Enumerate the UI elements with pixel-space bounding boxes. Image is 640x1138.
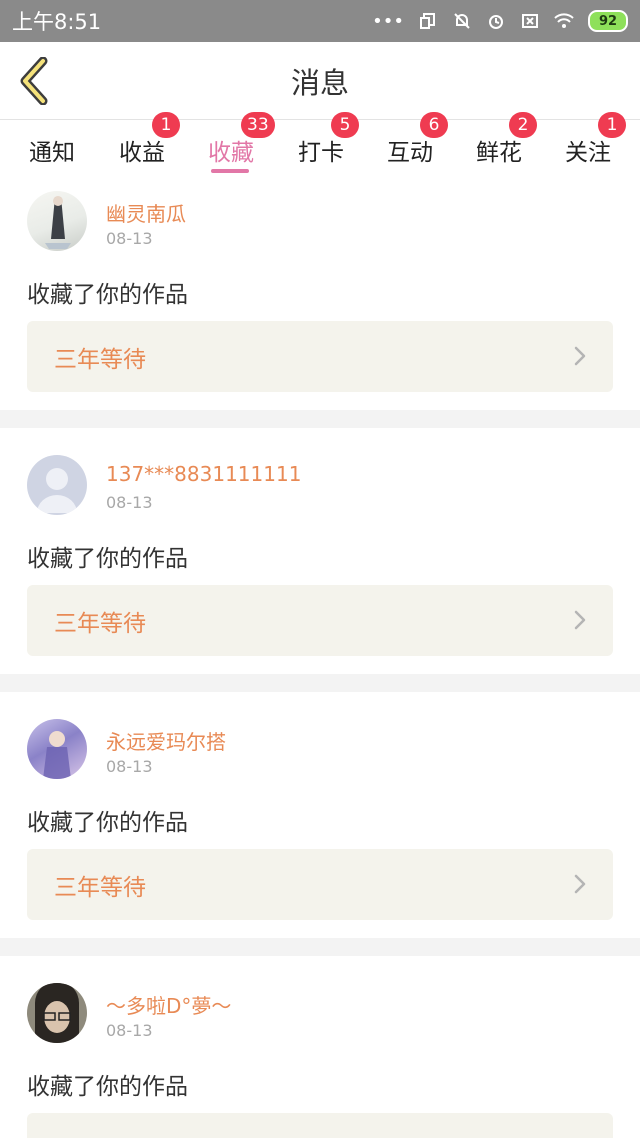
alarm-icon [486, 12, 506, 30]
tab-badge: 33 [241, 112, 275, 138]
avatar[interactable] [27, 983, 87, 1043]
work-link[interactable] [27, 1113, 613, 1138]
message-tabs: 通知 收益 1 收藏 33 打卡 5 互动 6 鲜花 2 关注 1 [0, 112, 640, 176]
tab-badge: 6 [420, 112, 448, 138]
message-card: 137***8831111111 08-13 收藏了你的作品 三年等待 [0, 428, 640, 674]
tab-label: 收藏 [208, 140, 254, 166]
message-card: 永远爱玛尔搭 08-13 收藏了你的作品 三年等待 [0, 692, 640, 938]
work-title: 三年等待 [54, 346, 146, 373]
message-date: 08-13 [106, 1021, 153, 1040]
tab-flowers[interactable]: 鲜花 2 [459, 112, 539, 176]
copy-icon [418, 12, 438, 30]
tab-interaction[interactable]: 互动 6 [370, 112, 450, 176]
tab-label: 鲜花 [476, 140, 522, 166]
tab-label: 通知 [29, 140, 75, 166]
tab-label: 收益 [119, 140, 165, 166]
message-card: ～多啦D°夢～ 08-13 收藏了你的作品 [0, 956, 640, 1138]
work-link[interactable]: 三年等待 [27, 585, 613, 656]
work-title: 三年等待 [54, 874, 146, 901]
tab-badge: 2 [509, 112, 537, 138]
message-date: 08-13 [106, 757, 153, 776]
status-bar: 上午8:51 ••• 92 [0, 0, 640, 42]
avatar[interactable] [27, 455, 87, 515]
work-link[interactable]: 三年等待 [27, 321, 613, 392]
battery-icon: 92 [588, 10, 628, 32]
tab-checkin[interactable]: 打卡 5 [281, 112, 361, 176]
user-name[interactable]: 137***8831111111 [106, 462, 301, 486]
message-date: 08-13 [106, 229, 153, 248]
tab-label: 互动 [387, 140, 433, 166]
message-card: 幽灵南瓜 08-13 收藏了你的作品 三年等待 [0, 176, 640, 410]
message-date: 08-13 [106, 493, 153, 512]
avatar[interactable] [27, 191, 87, 251]
user-name[interactable]: 永远爱玛尔搭 [106, 726, 226, 755]
tab-label: 打卡 [298, 140, 344, 166]
more-dots-icon: ••• [372, 10, 404, 32]
message-text: 收藏了你的作品 [27, 546, 188, 572]
page-title: 消息 [290, 66, 349, 100]
chevron-right-icon [574, 610, 586, 630]
work-link[interactable]: 三年等待 [27, 849, 613, 920]
tab-badge: 1 [152, 112, 180, 138]
user-name[interactable]: ～多啦D°夢～ [106, 990, 231, 1019]
tab-follow[interactable]: 关注 1 [548, 112, 628, 176]
user-name[interactable]: 幽灵南瓜 [106, 198, 186, 227]
bell-off-icon [452, 12, 472, 30]
chevron-right-icon [574, 346, 586, 366]
status-icons: ••• 92 [372, 10, 628, 32]
avatar[interactable] [27, 719, 87, 779]
tab-badge: 5 [331, 112, 359, 138]
tab-badge: 1 [598, 112, 626, 138]
chevron-right-icon [574, 874, 586, 894]
tab-label: 关注 [565, 140, 611, 166]
close-box-icon [520, 12, 540, 30]
tab-earnings[interactable]: 收益 1 [102, 112, 182, 176]
top-nav-bar: 消息 [0, 42, 640, 120]
work-title: 三年等待 [54, 610, 146, 637]
message-text: 收藏了你的作品 [27, 282, 188, 308]
message-text: 收藏了你的作品 [27, 810, 188, 836]
message-text: 收藏了你的作品 [27, 1074, 188, 1100]
status-time: 上午8:51 [12, 10, 102, 34]
wifi-icon [554, 12, 574, 30]
tab-notice[interactable]: 通知 [12, 120, 92, 176]
tab-favorites[interactable]: 收藏 33 [191, 112, 275, 176]
